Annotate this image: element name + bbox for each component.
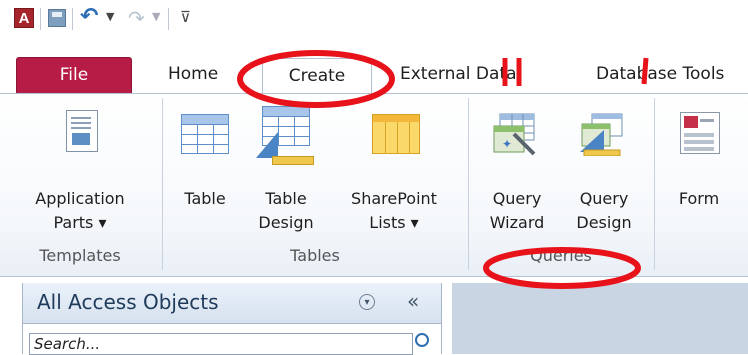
tab-home[interactable]: Home [168, 57, 218, 93]
sharepoint-lists-label: SharePoint [351, 189, 437, 208]
access-app-icon[interactable]: A [14, 8, 34, 28]
group-label-tables: Tables [290, 246, 340, 265]
table-label: Table [184, 189, 226, 208]
query-design-icon [580, 113, 623, 156]
save-icon[interactable] [48, 9, 66, 27]
navigation-pane: All Access Objects ▾ « Search... [22, 283, 442, 355]
query-design-label: Query [579, 189, 629, 208]
group-divider [162, 98, 163, 270]
quick-access-toolbar: A ↶ ▼ ↷ ▼ ⊽ [0, 0, 748, 48]
group-label-queries: Queries [530, 246, 592, 265]
work-area [452, 283, 748, 354]
group-label-templates: Templates [39, 246, 121, 265]
navigation-pane-title: All Access Objects [37, 290, 219, 314]
redo-icon[interactable]: ↷ [128, 6, 145, 30]
customize-toolbar-icon[interactable]: ⊽ [180, 8, 191, 26]
query-design-label-2: Design [576, 213, 632, 232]
undo-dropdown-icon[interactable]: ▼ [106, 10, 114, 23]
design-triangle-icon [256, 132, 278, 158]
search-icon[interactable] [415, 333, 429, 347]
sharepoint-lists-icon [372, 114, 420, 154]
svg-text:✦: ✦ [502, 137, 512, 151]
design-ruler-icon [272, 156, 314, 165]
form-icon [680, 112, 720, 154]
ribbon-create: Application Parts ▾ Templates Table Tabl… [0, 93, 748, 277]
table-design-label: Table [265, 189, 307, 208]
search-input[interactable]: Search... [29, 333, 413, 355]
chevron-down-icon[interactable]: ▾ [359, 294, 375, 310]
search-placeholder: Search... [34, 335, 101, 353]
navigation-pane-header[interactable]: All Access Objects ▾ « [23, 283, 441, 324]
group-divider [468, 98, 469, 270]
tab-database-tools[interactable]: Database Tools [596, 57, 724, 93]
table-design-label-2: Design [258, 213, 314, 232]
application-parts-label: Application [35, 189, 125, 208]
query-wizard-icon: ✦ [493, 113, 536, 156]
table-icon [181, 114, 229, 154]
tab-file[interactable]: File [16, 57, 132, 93]
tab-external-data[interactable]: External Data [400, 57, 517, 93]
sharepoint-lists-label-2: Lists ▾ [369, 213, 419, 232]
tab-create[interactable]: Create [262, 58, 372, 94]
ribbon-tabs: File Home Create External Data Database … [0, 48, 748, 94]
form-label: Form [678, 189, 720, 208]
query-wizard-label: Query [492, 189, 542, 208]
application-parts-label-2: Parts ▾ [53, 213, 107, 232]
application-parts-icon [66, 110, 98, 152]
group-divider [654, 98, 655, 270]
toolbar-separator [168, 8, 169, 30]
redo-dropdown-icon[interactable]: ▼ [152, 10, 160, 23]
toolbar-separator [40, 8, 41, 30]
collapse-pane-icon[interactable]: « [407, 289, 419, 313]
query-wizard-label-2: Wizard [489, 213, 545, 232]
undo-icon[interactable]: ↶ [80, 4, 98, 29]
toolbar-separator [72, 8, 73, 30]
